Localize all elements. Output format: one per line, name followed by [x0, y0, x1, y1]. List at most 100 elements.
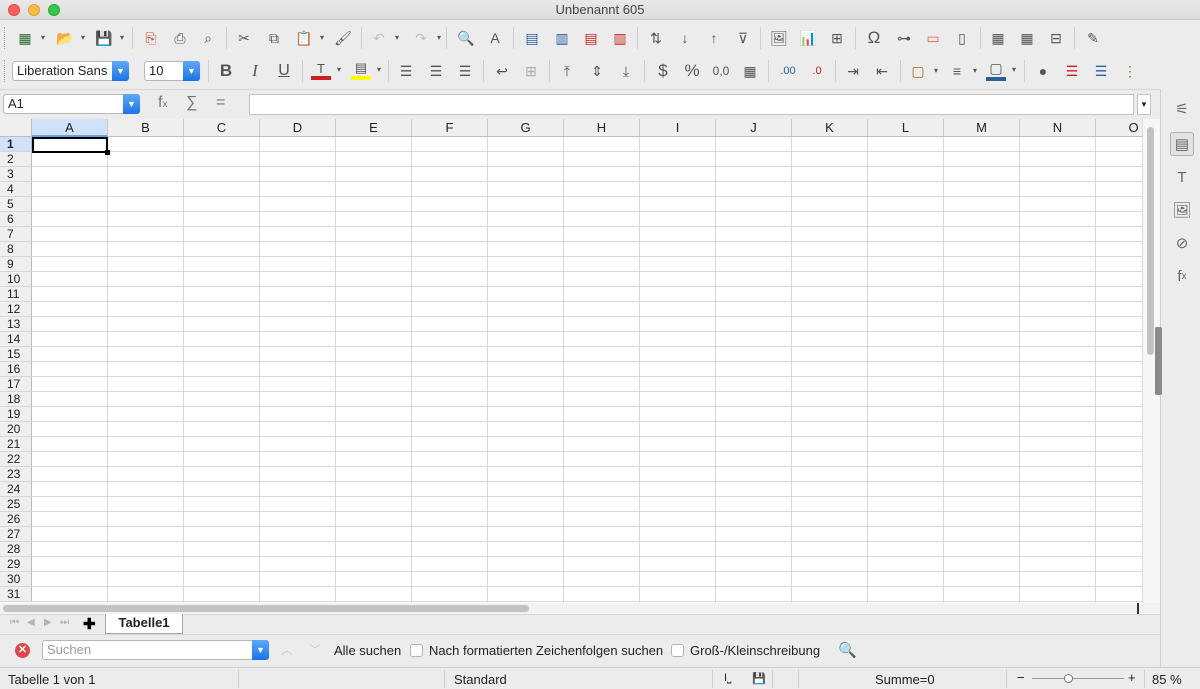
- function-wizard-icon[interactable]: fx: [158, 94, 167, 112]
- column-header-g[interactable]: G: [488, 119, 564, 137]
- split-handle[interactable]: [1137, 603, 1139, 614]
- toolbar-grip[interactable]: [4, 27, 7, 49]
- row-header-15[interactable]: 15: [0, 347, 32, 362]
- bold-icon[interactable]: B: [215, 60, 237, 82]
- next-sheet-icon[interactable]: ▶: [44, 617, 52, 628]
- delete-decimal-icon[interactable]: .0: [806, 60, 828, 82]
- date-format-icon[interactable]: ▦: [739, 60, 761, 82]
- headers-footers-icon[interactable]: ▯: [951, 27, 973, 49]
- horizontal-scrollbar[interactable]: [0, 603, 1160, 614]
- sidebar-functions-icon[interactable]: fx: [1170, 264, 1194, 288]
- chevron-down-icon[interactable]: ▼: [112, 61, 129, 81]
- row-header-14[interactable]: 14: [0, 332, 32, 347]
- row-header-30[interactable]: 30: [0, 572, 32, 587]
- cut-icon[interactable]: ✂: [233, 27, 255, 49]
- add-sheet-icon[interactable]: ✚: [83, 615, 96, 633]
- delete-rows-icon[interactable]: ▥: [609, 27, 631, 49]
- save-icon[interactable]: 💾: [93, 27, 124, 49]
- column-header-o[interactable]: O: [1096, 119, 1142, 137]
- match-case-checkbox[interactable]: [671, 644, 684, 657]
- row-header-24[interactable]: 24: [0, 482, 32, 497]
- data-bar-icon[interactable]: ☰: [1090, 60, 1112, 82]
- row-header-11[interactable]: 11: [0, 287, 32, 302]
- row-header-5[interactable]: 5: [0, 197, 32, 212]
- spreadsheet-grid[interactable]: A B C D E F G H I J K L M N O 1 2 3 4 5 6 7 8 9 10 11 12 13 14 15 16 17…: [0, 119, 1142, 603]
- close-find-bar-icon[interactable]: ✕: [15, 643, 30, 658]
- zoom-slider-thumb[interactable]: [1064, 674, 1073, 683]
- first-sheet-icon[interactable]: ⏮: [10, 617, 19, 628]
- align-bottom-icon[interactable]: ⤓: [615, 60, 637, 82]
- row-header-2[interactable]: 2: [0, 152, 32, 167]
- conditional-format-icon[interactable]: ●: [1032, 60, 1054, 82]
- row-icon[interactable]: ▤: [521, 27, 543, 49]
- row-header-6[interactable]: 6: [0, 212, 32, 227]
- new-spreadsheet-icon[interactable]: ▦: [14, 27, 45, 49]
- copy-icon[interactable]: ⧉: [263, 27, 285, 49]
- vertical-scroll-thumb[interactable]: [1147, 127, 1154, 355]
- row-header-8[interactable]: 8: [0, 242, 32, 257]
- open-icon[interactable]: 📂: [54, 27, 85, 49]
- last-sheet-icon[interactable]: ⏭: [60, 617, 69, 628]
- toolbar-grip[interactable]: [4, 60, 7, 82]
- row-header-4[interactable]: 4: [0, 182, 32, 197]
- row-header-3[interactable]: 3: [0, 167, 32, 182]
- row-header-20[interactable]: 20: [0, 422, 32, 437]
- number-format-icon[interactable]: 0,0: [710, 60, 732, 82]
- center-vertically-icon[interactable]: ⇕: [586, 60, 608, 82]
- sidebar-navigator-icon[interactable]: ⊘: [1170, 231, 1194, 255]
- sidebar-styles-icon[interactable]: T: [1170, 165, 1194, 189]
- formula-icon[interactable]: =: [216, 94, 225, 112]
- row-header-23[interactable]: 23: [0, 467, 32, 482]
- borders-icon[interactable]: ▢: [907, 60, 938, 82]
- column-header-b[interactable]: B: [108, 119, 184, 137]
- page-style[interactable]: Standard: [454, 672, 507, 687]
- autofilter-icon[interactable]: ⊽: [732, 27, 754, 49]
- sort-ascending-icon[interactable]: ↓: [674, 27, 696, 49]
- sidebar-gallery-icon[interactable]: 🖼: [1170, 198, 1194, 222]
- column-header-n[interactable]: N: [1020, 119, 1096, 137]
- zoom-in-icon[interactable]: +: [1128, 670, 1136, 685]
- color-scale-icon[interactable]: ☰: [1061, 60, 1083, 82]
- comment-icon[interactable]: ▭: [922, 27, 944, 49]
- insert-rows-icon[interactable]: ▤: [580, 27, 602, 49]
- hyperlink-icon[interactable]: ⊶: [893, 27, 915, 49]
- column-header-l[interactable]: L: [868, 119, 944, 137]
- percent-icon[interactable]: %: [681, 60, 703, 82]
- font-name-combo[interactable]: Liberation Sans ▼: [12, 61, 129, 81]
- previous-sheet-icon[interactable]: ◀: [27, 617, 35, 628]
- paste-icon[interactable]: 📋: [293, 27, 324, 49]
- sheet-tab-tabelle1[interactable]: Tabelle1: [105, 614, 183, 634]
- split-window-icon[interactable]: ⊟: [1045, 27, 1067, 49]
- define-print-area-icon[interactable]: ▦: [987, 27, 1009, 49]
- insert-mode-icon[interactable]: I⎵: [724, 672, 731, 685]
- currency-icon[interactable]: $: [652, 60, 674, 82]
- column-header-m[interactable]: M: [944, 119, 1020, 137]
- row-header-7[interactable]: 7: [0, 227, 32, 242]
- underline-icon[interactable]: U: [273, 60, 295, 82]
- column-header-j[interactable]: J: [716, 119, 792, 137]
- border-style-icon[interactable]: ≡: [946, 60, 977, 82]
- italic-icon[interactable]: I: [244, 60, 266, 82]
- row-header-28[interactable]: 28: [0, 542, 32, 557]
- image-icon[interactable]: 🖼: [768, 27, 790, 49]
- sort-icon[interactable]: ⇅: [645, 27, 667, 49]
- row-header-1[interactable]: 1: [0, 137, 32, 152]
- find-previous-icon[interactable]: ︿: [281, 641, 293, 658]
- row-header-12[interactable]: 12: [0, 302, 32, 317]
- column-header-f[interactable]: F: [412, 119, 488, 137]
- align-left-icon[interactable]: ☰: [395, 60, 417, 82]
- highlight-color-icon[interactable]: ▤: [350, 59, 381, 81]
- font-color-icon[interactable]: T: [310, 59, 341, 81]
- font-size-combo[interactable]: 10 ▼: [144, 61, 200, 81]
- show-draw-functions-icon[interactable]: ✎: [1082, 27, 1104, 49]
- name-box[interactable]: A1 ▼: [3, 94, 140, 114]
- row-header-27[interactable]: 27: [0, 527, 32, 542]
- clone-formatting-icon[interactable]: 🖌: [332, 27, 354, 49]
- export-pdf-icon[interactable]: ⎘: [140, 27, 162, 49]
- column-header-k[interactable]: K: [792, 119, 868, 137]
- freeze-icon[interactable]: ▦: [1016, 27, 1038, 49]
- find-replace-icon[interactable]: 🔍: [838, 641, 857, 659]
- column-header-a[interactable]: A: [32, 119, 108, 137]
- column-header-c[interactable]: C: [184, 119, 260, 137]
- column-header-e[interactable]: E: [336, 119, 412, 137]
